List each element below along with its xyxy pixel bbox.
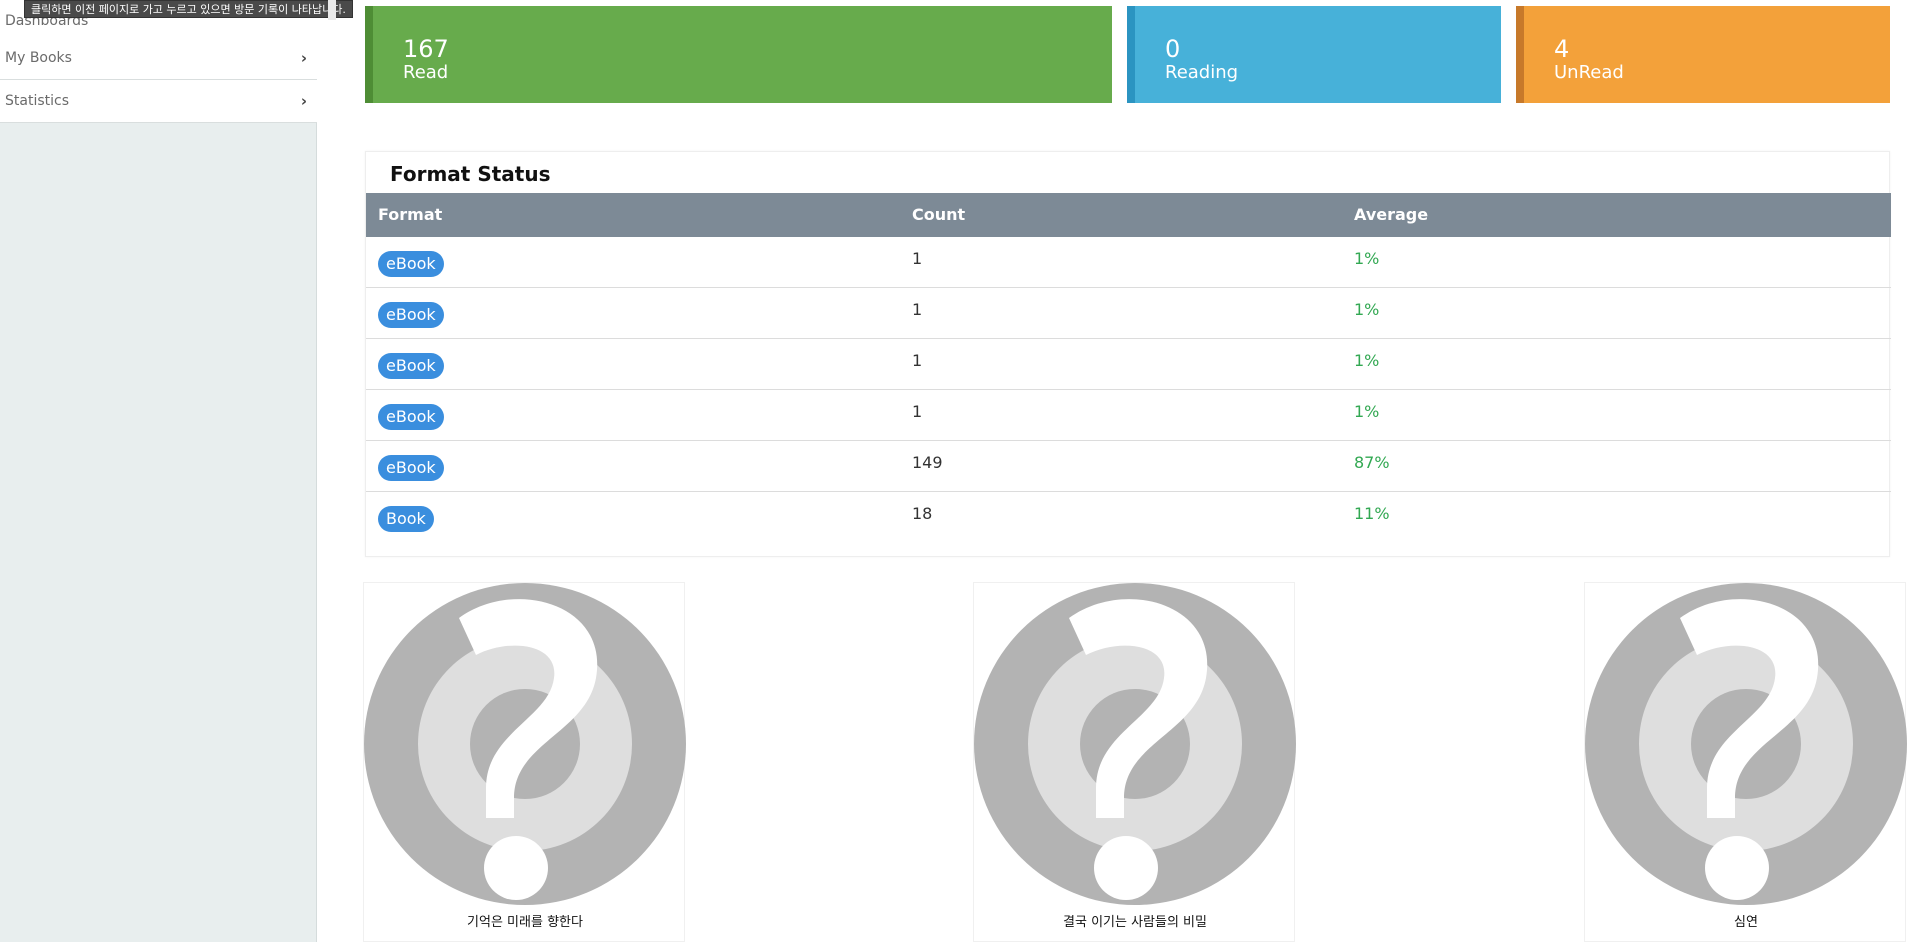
table-row: eBook 149 87%: [366, 441, 1891, 492]
format-badge[interactable]: Book: [378, 506, 434, 532]
table-row: eBook 1 1%: [366, 237, 1891, 288]
average-cell: 1%: [1354, 402, 1380, 421]
chevron-right-icon: ›: [300, 92, 307, 110]
average-cell: 1%: [1354, 249, 1380, 268]
sidebar-item-label: Statistics: [5, 93, 69, 109]
count-cell: 1: [912, 402, 923, 421]
stat-card-read[interactable]: 167 Read: [365, 6, 1112, 103]
table-row: eBook 1 1%: [366, 339, 1891, 390]
format-status-panel: Format Status Format Count Average eBook…: [365, 151, 1891, 557]
book-card[interactable]: 결국 이기는 사람들의 비밀: [973, 582, 1296, 942]
average-cell: 87%: [1354, 453, 1390, 472]
stat-card-unread[interactable]: 4 UnRead: [1516, 6, 1890, 103]
panel-title: Format Status: [390, 162, 551, 186]
count-cell: 149: [912, 453, 943, 472]
average-cell: 1%: [1354, 351, 1380, 370]
stat-count: 0: [1165, 35, 1181, 63]
question-mark-placeholder-icon: [364, 583, 686, 905]
format-badge[interactable]: eBook: [378, 455, 444, 481]
table-row: eBook 1 1%: [366, 390, 1891, 441]
book-title: 결국 이기는 사람들의 비밀: [1063, 915, 1207, 930]
question-mark-placeholder-icon: [1585, 583, 1907, 905]
book-card[interactable]: 심연: [1584, 582, 1907, 942]
format-badge[interactable]: eBook: [378, 302, 444, 328]
book-title: 기억은 미래를 향한다: [467, 915, 583, 930]
count-cell: 18: [912, 504, 933, 523]
format-badge[interactable]: eBook: [378, 404, 444, 430]
sidebar-item-my-books[interactable]: My Books ›: [0, 37, 317, 80]
count-cell: 1: [912, 249, 923, 268]
question-mark-placeholder-icon: [974, 583, 1296, 905]
sidebar: Dashboards My Books › Statistics ›: [0, 0, 317, 942]
column-header-format: Format: [378, 205, 443, 224]
back-button-tooltip: 클릭하면 이전 페이지로 가고 누르고 있으면 방문 기록이 나타납니다.: [24, 0, 353, 18]
book-title: 심연: [1734, 915, 1758, 930]
stat-label: UnRead: [1554, 62, 1624, 83]
count-cell: 1: [912, 300, 923, 319]
stat-count: 4: [1554, 35, 1570, 63]
stat-label: Reading: [1165, 62, 1239, 83]
table-header: Format Count Average: [366, 193, 1891, 237]
stat-card-reading[interactable]: 0 Reading: [1127, 6, 1501, 103]
chevron-right-icon: ›: [300, 49, 307, 67]
stat-label: Read: [403, 62, 449, 83]
format-badge[interactable]: eBook: [378, 353, 444, 379]
average-cell: 1%: [1354, 300, 1380, 319]
count-cell: 1: [912, 351, 923, 370]
sidebar-item-statistics[interactable]: Statistics ›: [0, 80, 317, 123]
column-header-average: Average: [1354, 205, 1429, 224]
stat-count: 167: [403, 35, 449, 63]
table-row: Book 18 11%: [366, 492, 1891, 543]
format-badge[interactable]: eBook: [378, 251, 444, 277]
average-cell: 11%: [1354, 504, 1390, 523]
book-card[interactable]: 기억은 미래를 향한다: [363, 582, 686, 942]
column-header-count: Count: [912, 205, 966, 224]
table-row: eBook 1 1%: [366, 288, 1891, 339]
sidebar-item-label: My Books: [5, 50, 72, 66]
tooltip-edge: [328, 0, 336, 20]
